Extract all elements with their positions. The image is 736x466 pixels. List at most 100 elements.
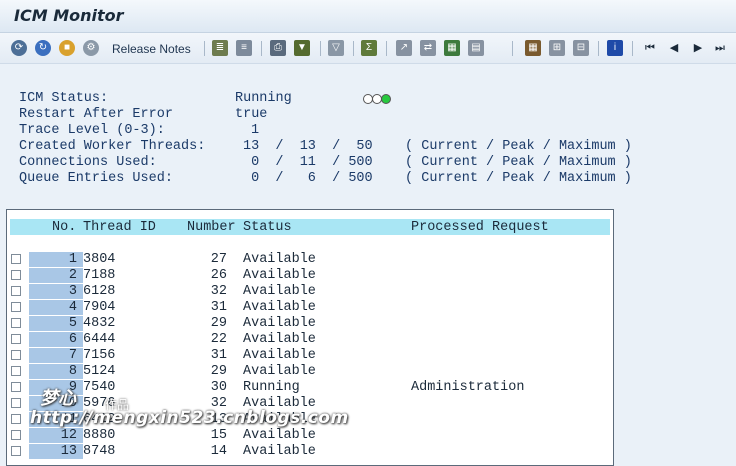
- row-select-checkbox[interactable]: [11, 286, 21, 296]
- sum-icon[interactable]: Σ: [361, 40, 377, 56]
- number-cell: 31: [210, 300, 227, 315]
- layout-icon[interactable]: ⇄: [420, 40, 436, 56]
- toolbar-divider: [353, 41, 354, 56]
- toolbar-divider: [261, 41, 262, 56]
- row-select-checkbox[interactable]: [11, 270, 21, 280]
- status-cell: Available: [243, 348, 316, 363]
- thread-id-cell: 6444: [83, 332, 116, 347]
- thread-id-cell: 6128: [83, 284, 116, 299]
- row-number-cell: 12: [29, 428, 83, 443]
- thread-id-cell: 4832: [83, 316, 116, 331]
- col-processed-request-header[interactable]: Processed Request: [411, 220, 549, 235]
- first-page-icon[interactable]: ⏮: [642, 40, 658, 56]
- table-row[interactable]: 9 7540 30 Running Administration: [7, 380, 613, 396]
- toolbar-divider: [632, 41, 633, 56]
- row-select-checkbox[interactable]: [11, 398, 21, 408]
- table-header: No. Thread ID Number Status Processed Re…: [10, 219, 610, 235]
- table-row[interactable]: 13 8748 14 Available: [7, 444, 613, 460]
- traffic-light-icon: [363, 94, 391, 104]
- worker-threads-label: Created Worker Threads:: [19, 139, 206, 154]
- row-select-checkbox[interactable]: [11, 446, 21, 456]
- previous-page-icon[interactable]: ◀: [666, 40, 682, 56]
- status-cell: Available: [243, 316, 316, 331]
- export-icon[interactable]: ↗: [396, 40, 412, 56]
- col-status-header[interactable]: Status: [243, 220, 292, 235]
- print-icon[interactable]: ⎙: [270, 40, 286, 56]
- number-cell: 26: [210, 268, 227, 283]
- row-select-checkbox[interactable]: [11, 430, 21, 440]
- row-number-cell: 7: [29, 348, 83, 363]
- next-page-icon[interactable]: ▶: [690, 40, 706, 56]
- col-number-header[interactable]: Number: [187, 220, 236, 235]
- number-cell: 15: [210, 428, 227, 443]
- number-cell: 22: [210, 332, 227, 347]
- number-cell: 32: [210, 284, 227, 299]
- table-row[interactable]: 2 7188 26 Available: [7, 268, 613, 284]
- toolbar-divider: [386, 41, 387, 56]
- settings-icon[interactable]: ⚙: [83, 40, 99, 56]
- detail-icon[interactable]: ≣: [212, 40, 228, 56]
- grid-icon[interactable]: ▦: [525, 40, 541, 56]
- stop-icon[interactable]: ■: [59, 40, 75, 56]
- number-cell: 27: [210, 252, 227, 267]
- delete-row-icon[interactable]: ⊟: [573, 40, 589, 56]
- restart-label: Restart After Error: [19, 107, 173, 122]
- row-number-cell: 1: [29, 252, 83, 267]
- table-row[interactable]: 7 7156 31 Available: [7, 348, 613, 364]
- col-thread-id-header[interactable]: Thread ID: [83, 220, 156, 235]
- spreadsheet-icon[interactable]: ▦: [444, 40, 460, 56]
- row-select-checkbox[interactable]: [11, 414, 21, 424]
- number-cell: 29: [210, 364, 227, 379]
- icm-status-value: Running: [235, 91, 292, 106]
- column-icon[interactable]: ▤: [468, 40, 484, 56]
- cycle-icon[interactable]: ↻: [35, 40, 51, 56]
- status-cell: Available: [243, 300, 316, 315]
- row-select-checkbox[interactable]: [11, 318, 21, 328]
- toolbar-divider: [598, 41, 599, 56]
- toolbar-divider: [320, 41, 321, 56]
- application-toolbar: ⟳ ↻ ■ ⚙ Release Notes ≣ ≡ ⎙ ▼ ▽ Σ ↗ ⇄ ▦ …: [0, 33, 736, 64]
- row-select-checkbox[interactable]: [11, 382, 21, 392]
- thread-id-cell: 5124: [83, 364, 116, 379]
- table-row[interactable]: 5 4832 29 Available: [7, 316, 613, 332]
- connections-label: Connections Used:: [19, 155, 157, 170]
- restart-value: true: [235, 107, 268, 122]
- page-title: ICM Monitor: [14, 6, 124, 25]
- status-cell: Available: [243, 428, 316, 443]
- toolbar-divider: [204, 41, 205, 56]
- number-cell: 29: [210, 316, 227, 331]
- table-row[interactable]: 12 8880 15 Available: [7, 428, 613, 444]
- col-no-header[interactable]: No.: [52, 220, 76, 235]
- filter-icon[interactable]: ▽: [328, 40, 344, 56]
- row-select-checkbox[interactable]: [11, 254, 21, 264]
- last-page-icon[interactable]: ⏭: [712, 40, 728, 56]
- table-row[interactable]: 4 7904 31 Available: [7, 300, 613, 316]
- row-select-checkbox[interactable]: [11, 334, 21, 344]
- number-cell: 30: [210, 380, 227, 395]
- info-icon[interactable]: i: [607, 40, 623, 56]
- table-row[interactable]: 1 3804 27 Available: [7, 252, 613, 268]
- table-row[interactable]: 8 5124 29 Available: [7, 364, 613, 380]
- toolbar-divider: [512, 41, 513, 56]
- watermark-url: http://mengxin523.cnblogs.com: [30, 408, 349, 428]
- worker-threads-value: 13 / 13 / 50 ( Current / Peak / Maximum …: [243, 139, 632, 154]
- thread-id-cell: 7904: [83, 300, 116, 315]
- insert-row-icon[interactable]: ⊞: [549, 40, 565, 56]
- number-cell: 14: [210, 444, 227, 459]
- release-notes-button[interactable]: Release Notes: [112, 42, 191, 56]
- row-number-cell: 6: [29, 332, 83, 347]
- row-select-checkbox[interactable]: [11, 350, 21, 360]
- row-number-cell: 3: [29, 284, 83, 299]
- select-icon[interactable]: ≡: [236, 40, 252, 56]
- refresh-icon[interactable]: ⟳: [11, 40, 27, 56]
- row-select-checkbox[interactable]: [11, 366, 21, 376]
- row-number-cell: 5: [29, 316, 83, 331]
- trace-level-label: Trace Level (0-3):: [19, 123, 165, 138]
- find-icon[interactable]: ▼: [294, 40, 310, 56]
- row-select-checkbox[interactable]: [11, 302, 21, 312]
- table-row[interactable]: 3 6128 32 Available: [7, 284, 613, 300]
- thread-id-cell: 7156: [83, 348, 116, 363]
- number-cell: 31: [210, 348, 227, 363]
- table-row[interactable]: 6 6444 22 Available: [7, 332, 613, 348]
- status-cell: Available: [243, 364, 316, 379]
